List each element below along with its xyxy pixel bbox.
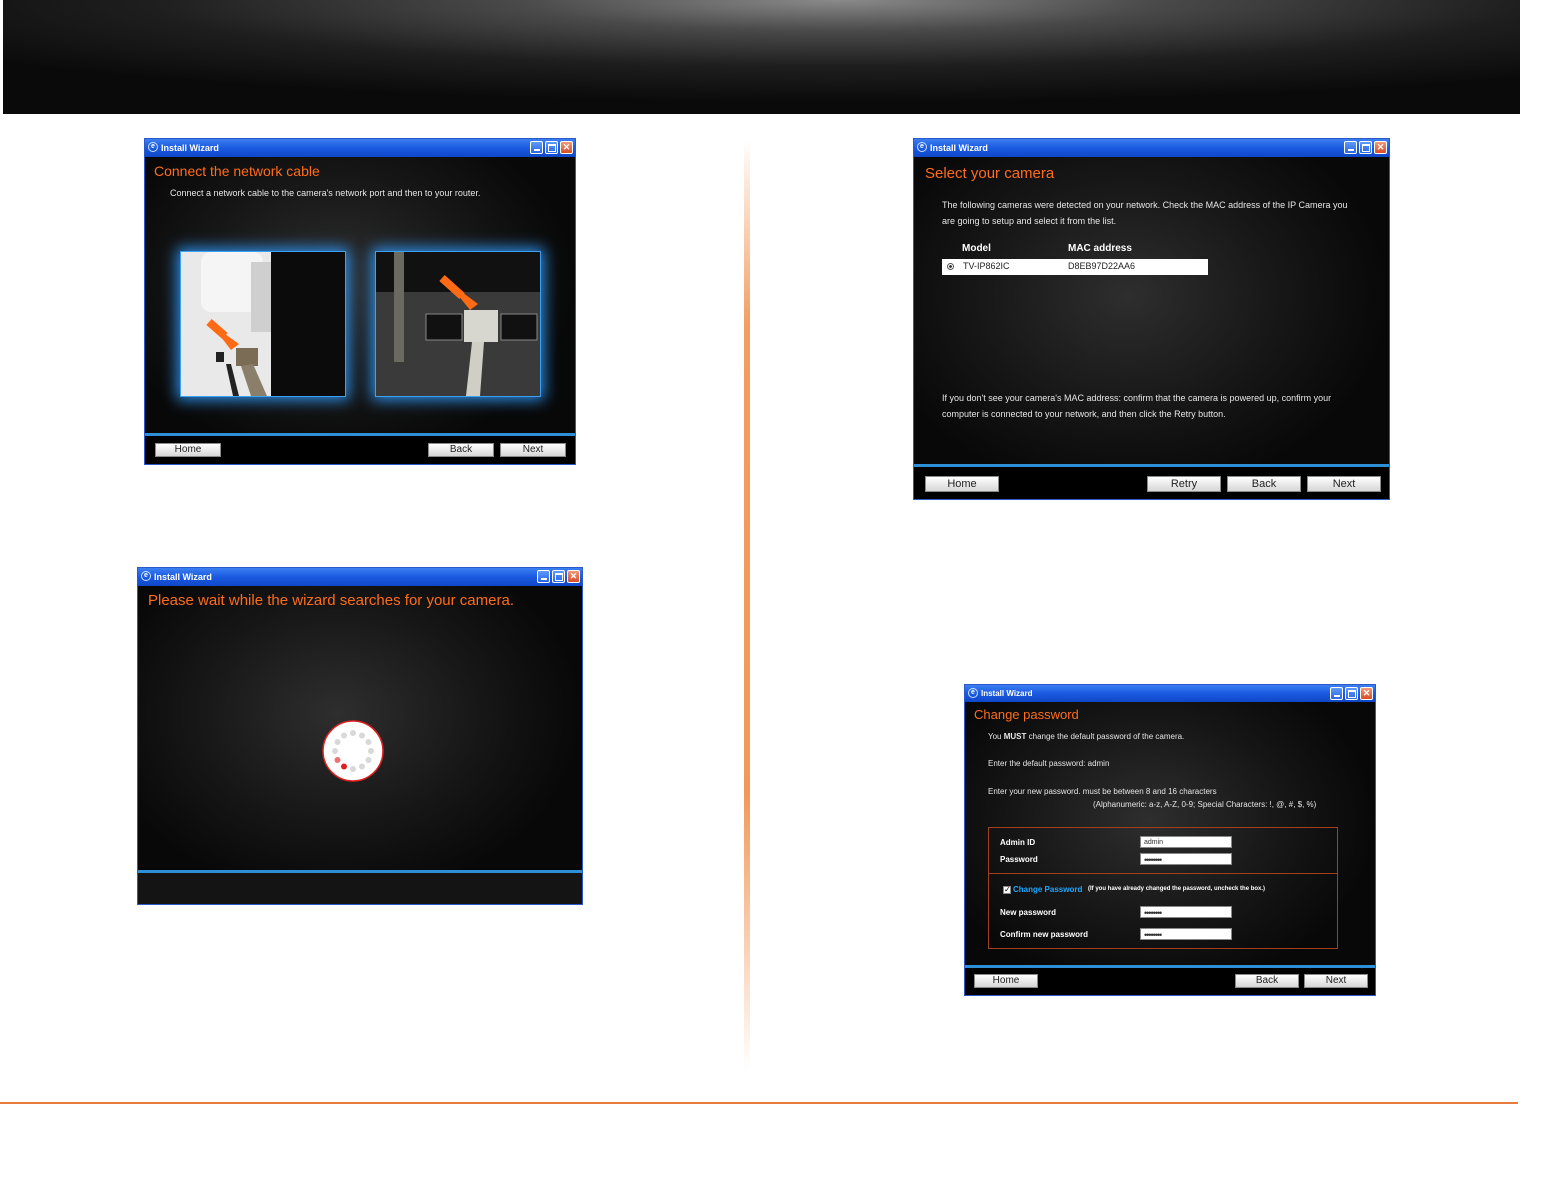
intro-text: The following cameras were detected on y… <box>942 200 1348 226</box>
app-icon: e <box>141 571 151 581</box>
page-divider <box>744 140 750 1070</box>
wizard-window-change-password: e Install Wizard ✕ Change password You M… <box>964 684 1376 996</box>
must-change-text: You MUST change the default password of … <box>988 729 1184 745</box>
maximize-icon[interactable] <box>552 570 565 583</box>
table-row[interactable]: TV-IP862IC D8EB97D22AA6 <box>942 259 1208 275</box>
default-password-text: Enter the default password: admin <box>988 759 1110 768</box>
must-suffix: change the default password of the camer… <box>1026 732 1185 741</box>
new-password-label: New password <box>1000 908 1057 917</box>
footer-rule <box>0 1102 1518 1104</box>
home-button[interactable]: Home <box>974 974 1038 988</box>
next-button[interactable]: Next <box>1307 476 1381 492</box>
help-text: If you don't see your camera's MAC addre… <box>942 393 1332 419</box>
header-banner <box>3 0 1520 114</box>
title-bar: e Install Wizard ✕ <box>965 685 1375 702</box>
minimize-icon[interactable] <box>1344 141 1357 154</box>
home-button[interactable]: Home <box>925 476 999 492</box>
panel-divider <box>989 873 1337 874</box>
must-prefix: You <box>988 732 1004 741</box>
window-title: Install Wizard <box>161 143 219 153</box>
must-bold: MUST <box>1003 732 1027 741</box>
admin-id-label: Admin ID <box>1000 838 1036 847</box>
back-button[interactable]: Back <box>1227 476 1301 492</box>
title-bar: e Install Wizard ✕ <box>145 139 575 157</box>
maximize-icon[interactable] <box>1345 687 1358 700</box>
wizard-window-searching: e Install Wizard ✕ Please wait while the… <box>137 567 583 905</box>
change-password-checkbox[interactable]: ✓ <box>1003 886 1011 894</box>
minimize-icon[interactable] <box>537 570 550 583</box>
confirm-password-label: Confirm new password <box>1000 930 1089 939</box>
radio-button-selected[interactable] <box>947 263 954 270</box>
back-button[interactable]: Back <box>428 443 494 457</box>
cell-mac: D8EB97D22AA6 <box>1068 261 1136 271</box>
charset-rule-text: (Alphanumeric: a-z, A-Z, 0-9; Special Ch… <box>1093 800 1317 809</box>
close-icon[interactable]: ✕ <box>1374 141 1387 154</box>
window-title: Install Wizard <box>154 572 212 582</box>
wizard-window-connect-cable: e Install Wizard ✕ Connect the network c… <box>144 138 576 465</box>
wizard-title: Please wait while the wizard searches fo… <box>148 592 514 609</box>
wizard-title: Change password <box>974 707 1079 722</box>
close-icon[interactable]: ✕ <box>567 570 580 583</box>
credentials-panel: Admin ID admin Password •••••••• ✓ Chang… <box>988 827 1338 949</box>
wizard-title: Select your camera <box>925 165 1055 182</box>
camera-table: Model MAC address TV-IP862IC D8EB97D22AA… <box>942 241 1208 275</box>
next-button[interactable]: Next <box>1304 974 1368 988</box>
new-password-input[interactable]: •••••••• <box>1140 906 1232 918</box>
retry-button[interactable]: Retry <box>1147 476 1221 492</box>
instruction-text: Connect a network cable to the camera's … <box>170 188 481 198</box>
window-title: Install Wizard <box>930 143 988 153</box>
wizard-title: Connect the network cable <box>154 163 320 179</box>
home-button[interactable]: Home <box>155 443 221 457</box>
close-icon[interactable]: ✕ <box>560 141 573 154</box>
app-icon: e <box>968 688 978 698</box>
close-icon[interactable]: ✕ <box>1360 687 1373 700</box>
window-title: Install Wizard <box>981 689 1033 698</box>
wizard-window-select-camera: e Install Wizard ✕ Select your camera Th… <box>913 138 1390 500</box>
password-label: Password <box>1000 855 1038 864</box>
app-icon: e <box>917 142 927 152</box>
next-button[interactable]: Next <box>500 443 566 457</box>
column-header-model: Model <box>962 243 991 254</box>
column-header-mac: MAC address <box>1068 243 1132 254</box>
app-icon: e <box>148 142 158 152</box>
minimize-icon[interactable] <box>1330 687 1343 700</box>
change-password-label[interactable]: Change Password <box>1013 885 1082 894</box>
cell-model: TV-IP862IC <box>963 261 1010 271</box>
maximize-icon[interactable] <box>1359 141 1372 154</box>
router-port-image <box>375 251 541 397</box>
admin-id-input[interactable]: admin <box>1140 836 1232 848</box>
password-input[interactable]: •••••••• <box>1140 853 1232 865</box>
camera-port-image <box>180 251 346 397</box>
maximize-icon[interactable] <box>545 141 558 154</box>
minimize-icon[interactable] <box>530 141 543 154</box>
confirm-password-input[interactable]: •••••••• <box>1140 928 1232 940</box>
loading-spinner-icon <box>322 720 384 782</box>
change-password-note: (If you have already changed the passwor… <box>1088 886 1266 892</box>
title-bar: e Install Wizard ✕ <box>138 568 582 586</box>
back-button[interactable]: Back <box>1235 974 1299 988</box>
title-bar: e Install Wizard ✕ <box>914 139 1389 157</box>
